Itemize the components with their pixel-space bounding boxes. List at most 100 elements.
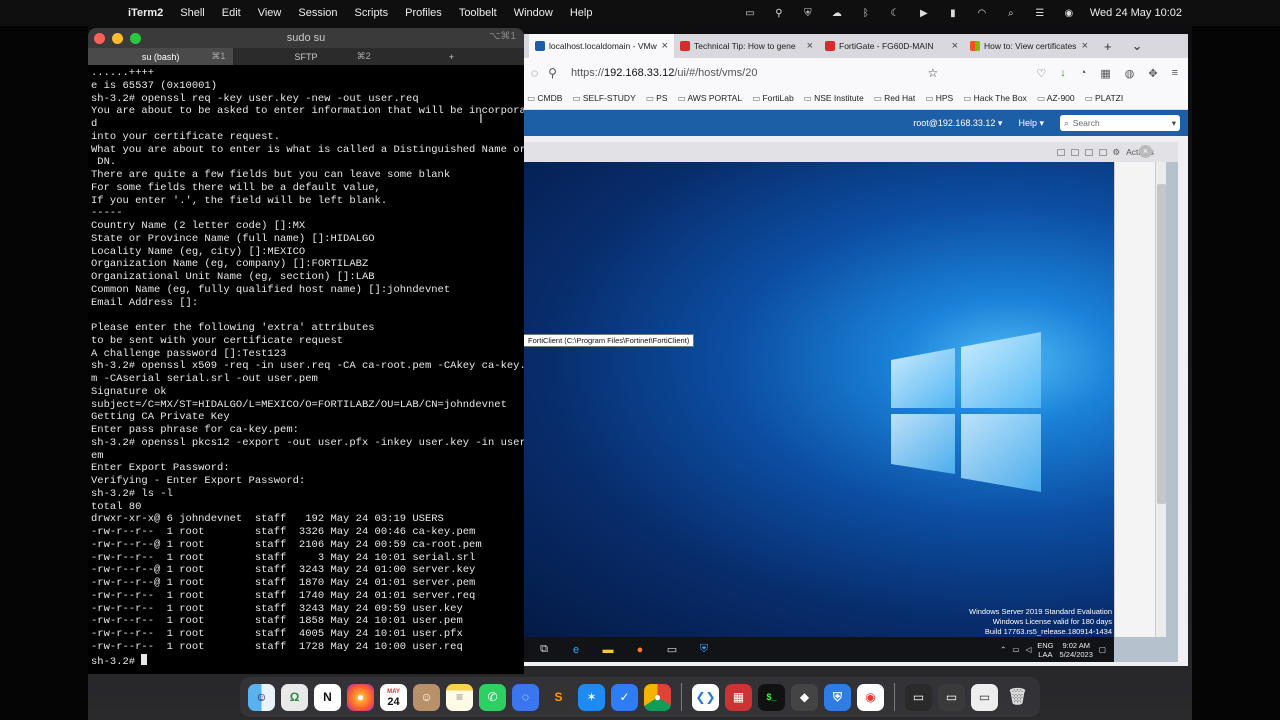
console-flag-icon[interactable] (1098, 148, 1107, 156)
history-icon[interactable]: ◔ (1080, 67, 1087, 80)
console-keyboard-icon[interactable] (1070, 148, 1079, 156)
minimized-window-2-icon[interactable]: ▭ (938, 683, 965, 711)
app-menu-icon[interactable]: ≡ (1172, 67, 1178, 80)
minimized-window-1-icon[interactable]: ▭ (905, 683, 932, 711)
app-icon-bundle[interactable]: ◆ (791, 683, 818, 711)
browser-tab-vmware[interactable]: localhost.localdomain - VMw × (529, 34, 674, 58)
terminal-tab-sftp[interactable]: SFTP ⌘2 (233, 48, 378, 65)
spotlight-search-icon[interactable]: ⌕ (1003, 7, 1019, 19)
terminal-output[interactable]: ......++++ e is 65537 (0x10001) sh-3.2# op… (88, 65, 524, 668)
minimize-window-icon[interactable] (112, 33, 123, 44)
downloads-icon[interactable]: ↓ (1060, 67, 1066, 80)
tracking-protection-icon[interactable]: ◌ (531, 66, 538, 80)
url-field[interactable]: https://192.168.33.12/ui/#/host/vms/20 (571, 67, 758, 79)
tray-clock[interactable]: 9:02 AM 5/24/2023 (1060, 641, 1093, 659)
bookmark-nse-institute[interactable]: NSE Institute (804, 93, 864, 104)
forticlient-dock-icon[interactable]: ⛨ (824, 683, 851, 711)
menu-view[interactable]: View (258, 7, 282, 19)
bookmark-aws-portal[interactable]: AWS PORTAL (678, 93, 742, 104)
menu-shell[interactable]: Shell (180, 7, 204, 19)
safari-icon[interactable]: ✶ (578, 683, 605, 711)
notion-icon[interactable]: N (314, 683, 341, 711)
siri-icon[interactable]: ◉ (1061, 7, 1077, 19)
play-icon[interactable]: ▶ (916, 7, 932, 19)
robinhood-icon[interactable]: Ω (281, 683, 308, 711)
console-fullscreen-icon[interactable] (1056, 148, 1065, 156)
tab-list-chevron-icon[interactable]: ⌄ (1132, 38, 1143, 54)
sublime-text-icon[interactable]: S (545, 683, 572, 711)
close-tab-icon[interactable]: × (952, 40, 958, 52)
task-view-icon[interactable]: ⧉ (533, 641, 555, 659)
menu-session[interactable]: Session (298, 7, 337, 19)
menu-help[interactable]: Help (570, 7, 593, 19)
notes-icon[interactable]: ≡ (446, 683, 473, 711)
menu-toolbelt[interactable]: Toolbelt (459, 7, 497, 19)
control-center-icon[interactable]: ☰ (1032, 7, 1048, 19)
cloud-icon[interactable]: ☁ (829, 7, 845, 19)
iterm-icon[interactable]: $_ (758, 683, 785, 711)
battery-icon[interactable]: ▮ (945, 7, 961, 19)
pocket-icon[interactable]: ♡ (1036, 67, 1046, 80)
tray-network-icon[interactable]: ▭ (1012, 645, 1019, 654)
menu-window[interactable]: Window (514, 7, 553, 19)
tray-chevron-icon[interactable]: ⌃ (1000, 645, 1006, 654)
whatsapp-icon[interactable]: ✆ (479, 683, 506, 711)
bluetooth-icon[interactable]: ᛒ (858, 7, 874, 19)
finder-icon[interactable]: ☺ (248, 683, 275, 711)
command-prompt-icon[interactable]: ▭ (661, 641, 683, 659)
console-close-icon[interactable]: × (1139, 145, 1152, 158)
zoom-icon[interactable]: ◉ (857, 683, 884, 711)
bookmark-cmdb[interactable]: CMDB (527, 93, 562, 104)
bookmark-fortilab[interactable]: FortiLab (752, 93, 793, 104)
bookmark-hps[interactable]: HPS (925, 93, 953, 104)
notifications-icon[interactable]: ▢ (1099, 645, 1106, 654)
signal-icon[interactable]: ◌ (512, 683, 539, 711)
close-tab-icon[interactable]: × (1082, 40, 1088, 52)
close-tab-icon[interactable]: × (662, 40, 668, 52)
minimized-window-3-icon[interactable]: ▭ (971, 683, 998, 711)
console-scrollbar[interactable] (1155, 162, 1166, 637)
help-menu[interactable]: Help ▾ (1018, 118, 1044, 129)
site-permissions-lock-icon[interactable]: ⚲ (548, 66, 557, 80)
chrome-icon[interactable]: ● (644, 683, 671, 711)
bookmark-az-900[interactable]: AZ-900 (1037, 93, 1075, 104)
wifi-icon[interactable]: ◠ (974, 7, 990, 19)
scrollbar-thumb[interactable] (1157, 184, 1166, 504)
firefox-icon[interactable]: ● (629, 641, 651, 659)
file-explorer-icon[interactable]: ▬ (597, 641, 619, 659)
bookmark-hack-the-box[interactable]: Hack The Box (963, 93, 1027, 104)
bookmark-ps[interactable]: PS (646, 93, 667, 104)
actions-gear-icon[interactable]: ⚙ (1113, 147, 1121, 158)
vpn-shield-icon[interactable]: ⛨ (800, 7, 816, 19)
network-status-icon[interactable]: ⚲ (771, 7, 787, 19)
console-settings-icon[interactable] (1084, 148, 1093, 156)
tray-language[interactable]: ENG LAA (1037, 641, 1053, 659)
new-tab-plus-icon[interactable]: + (1104, 39, 1112, 54)
things-icon[interactable]: ✓ (611, 683, 638, 711)
user-menu[interactable]: root@192.168.33.12 ▾ (913, 118, 1002, 129)
menu-scripts[interactable]: Scripts (355, 7, 389, 19)
tray-volume-icon[interactable]: ◁ (1025, 645, 1031, 654)
browser-tab-technical-tip[interactable]: Technical Tip: How to gene × (674, 34, 819, 58)
firefox-dock-icon[interactable]: ● (347, 683, 374, 711)
browser-tab-view-certificates[interactable]: How to: View certificates × (964, 34, 1094, 58)
vscode-icon[interactable]: ❮❯ (692, 683, 719, 711)
zoom-window-icon[interactable] (130, 33, 141, 44)
close-window-icon[interactable] (94, 33, 105, 44)
windows-desktop[interactable]: FortiClient (C:\Program Files\Fortinet\F… (523, 162, 1114, 637)
close-tab-icon[interactable]: × (807, 40, 813, 52)
menu-edit[interactable]: Edit (222, 7, 241, 19)
menubar-clock[interactable]: Wed 24 May 10:02 (1090, 7, 1182, 19)
search-box[interactable]: ⌕ Search ▾ (1060, 115, 1180, 131)
calendar-icon[interactable]: MAY 24 (380, 683, 407, 711)
edge-icon[interactable]: e (565, 641, 587, 659)
search-dropdown-chevron-icon[interactable]: ▾ (1172, 118, 1180, 129)
contacts-icon[interactable]: ☺ (413, 683, 440, 711)
bookmark-star-icon[interactable]: ☆ (927, 66, 938, 80)
new-terminal-tab-icon[interactable]: + (379, 48, 524, 65)
extensions-puzzle-icon[interactable]: ✥ (1148, 67, 1157, 80)
menu-profiles[interactable]: Profiles (405, 7, 442, 19)
trash-icon[interactable]: 🗑 (1004, 684, 1031, 711)
bookmark-red-hat[interactable]: Red Hat (874, 93, 915, 104)
extension-icon-1[interactable]: ▦ (1100, 67, 1110, 80)
